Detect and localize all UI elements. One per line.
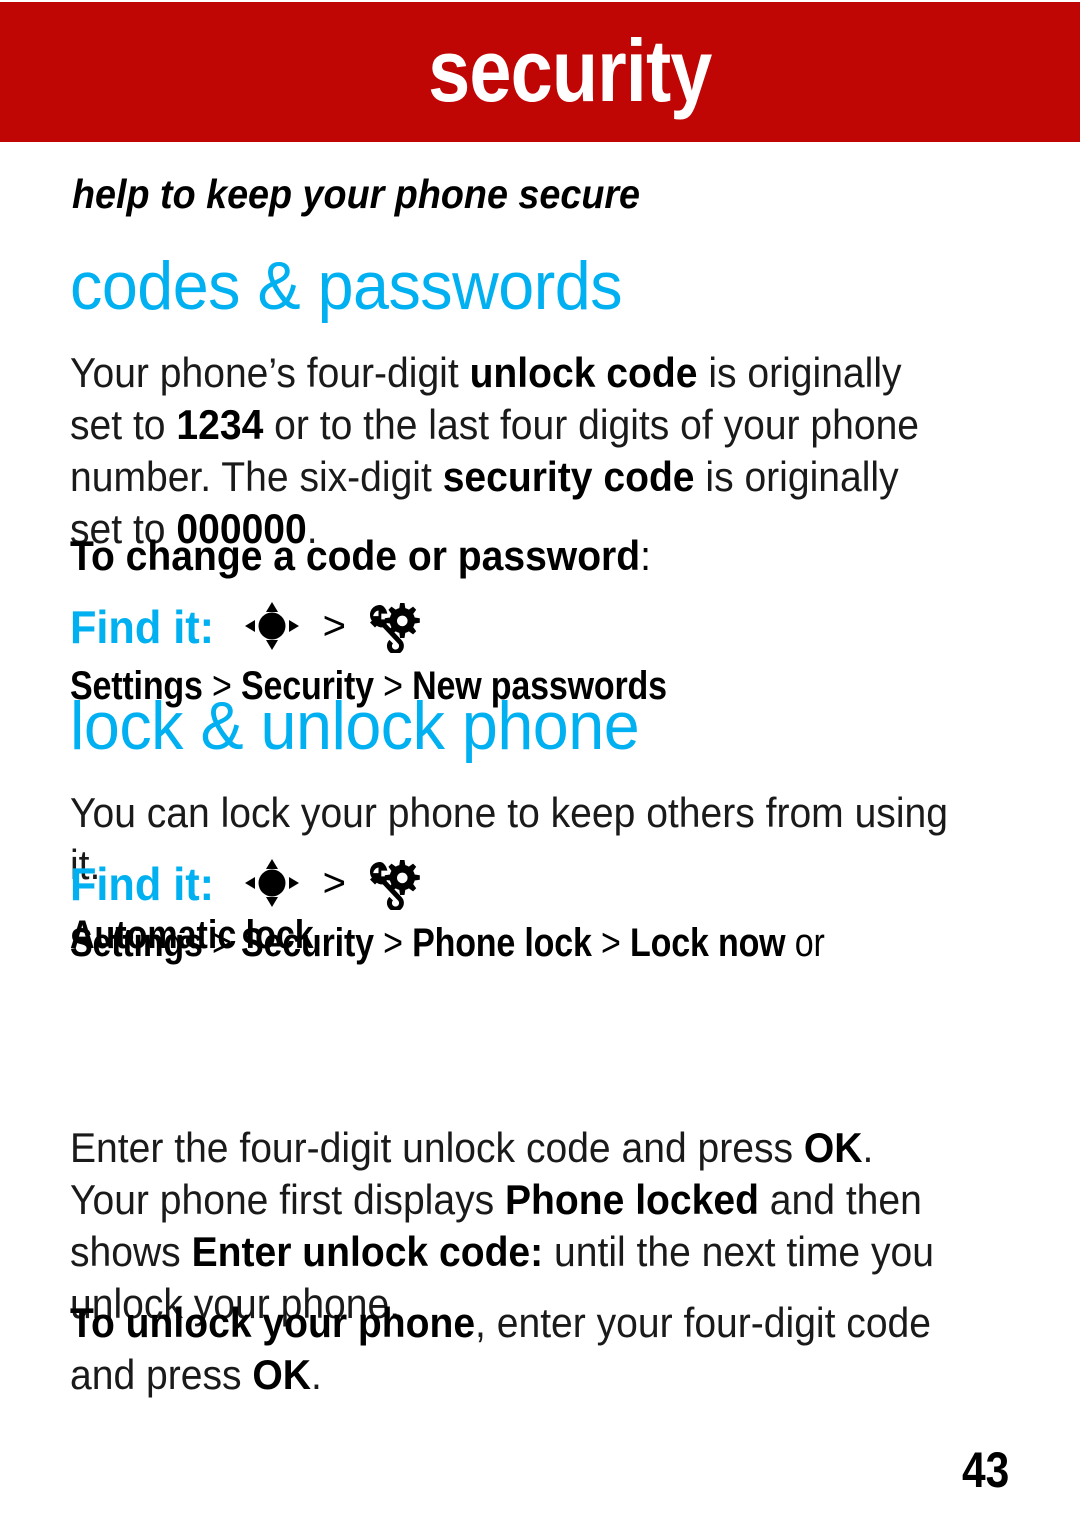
path-separator: > [322, 604, 346, 648]
find-it-label: Find it: [70, 601, 215, 653]
section-heading-lock-unlock-phone: lock & unlock phone [70, 688, 640, 764]
page-header-banner: security [0, 2, 1080, 142]
codes-passwords-paragraph: Your phone’s four-digit unlock code is o… [70, 349, 920, 552]
path-separator: > [322, 861, 346, 905]
page-subtitle: help to keep your phone secure [72, 171, 641, 217]
page-number: 43 [962, 1442, 1010, 1498]
to-change-code-lead: To change a code or password: [70, 532, 651, 579]
five-way-navigation-key-icon [243, 857, 301, 909]
wrench-gear-settings-icon [366, 858, 422, 912]
to-unlock-phone-paragraph: To unlock your phone, enter your four-di… [70, 1299, 932, 1398]
find-it-label: Find it: [70, 858, 215, 910]
wrench-gear-settings-icon [366, 601, 422, 655]
find-it-path-continuation: Automatic lock [70, 913, 314, 957]
five-way-navigation-key-icon [243, 600, 301, 652]
page-title: security [428, 21, 713, 120]
section-heading-codes-passwords: codes & passwords [70, 248, 623, 324]
